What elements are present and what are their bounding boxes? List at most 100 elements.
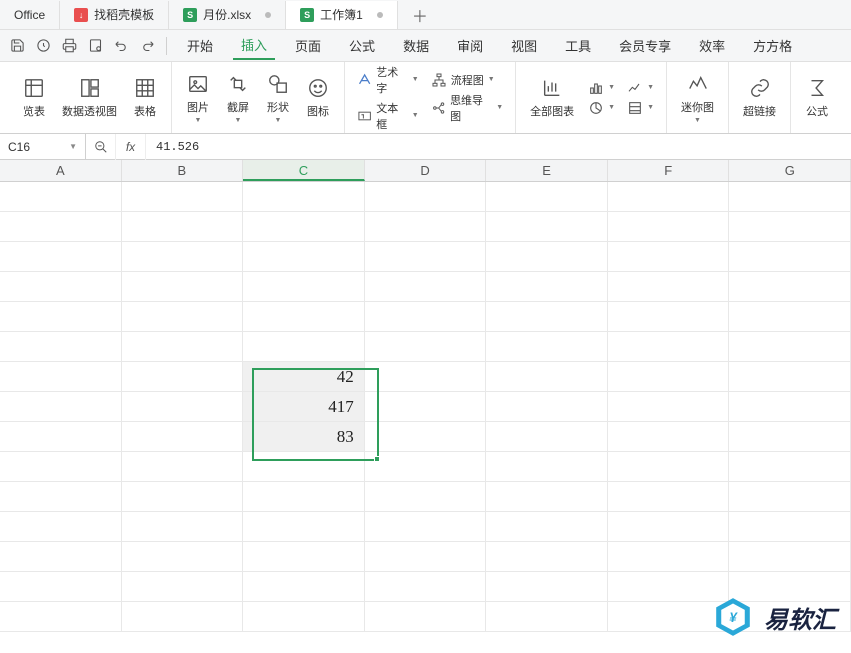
cell[interactable] [729,242,851,271]
cell[interactable] [608,182,730,211]
new-tab-button[interactable]: ＋ [398,3,442,27]
cell[interactable] [486,242,608,271]
col-header-F[interactable]: F [608,160,730,181]
cell[interactable] [122,302,244,331]
formula-button[interactable]: 公式 [801,74,833,121]
pivot-button[interactable]: 数据透视图 [58,74,121,121]
cell-C9[interactable]: 83 [243,422,365,451]
cell[interactable] [365,512,487,541]
cell[interactable] [729,212,851,241]
cell[interactable] [608,362,730,391]
cell[interactable] [243,452,365,481]
cell[interactable] [243,602,365,631]
cell[interactable] [243,272,365,301]
cell[interactable] [365,212,487,241]
menu-ffgz[interactable]: 方方格 [745,32,800,59]
cell[interactable] [608,332,730,361]
cell[interactable] [0,542,122,571]
cell[interactable] [486,182,608,211]
menu-efficiency[interactable]: 效率 [691,32,733,59]
cell[interactable] [122,482,244,511]
menu-review[interactable]: 审阅 [449,32,491,59]
screenshot-button[interactable]: 截屏 ▼ [222,70,254,126]
col-header-G[interactable]: G [729,160,851,181]
cell-C8[interactable]: 417 [243,392,365,421]
tab-monthfile[interactable]: S 月份.xlsx [169,1,286,29]
print-icon[interactable] [58,35,80,57]
cell[interactable] [729,332,851,361]
col-header-D[interactable]: D [365,160,487,181]
cell[interactable] [729,452,851,481]
cell[interactable] [729,272,851,301]
cell[interactable] [365,602,487,631]
cell[interactable] [243,542,365,571]
cell[interactable] [122,422,244,451]
cell[interactable] [608,542,730,571]
print-preview-icon[interactable] [84,35,106,57]
cell[interactable] [0,512,122,541]
cell[interactable] [608,212,730,241]
cell[interactable] [365,362,487,391]
menu-page[interactable]: 页面 [287,32,329,59]
cell[interactable] [608,512,730,541]
cell[interactable] [486,362,608,391]
cell[interactable] [0,212,122,241]
cell[interactable] [365,302,487,331]
hyperlink-button[interactable]: 超链接 [739,74,780,121]
table-button[interactable]: 表格 [129,74,161,121]
cell[interactable] [243,482,365,511]
menu-insert[interactable]: 插入 [233,31,275,60]
cell[interactable] [122,452,244,481]
cell[interactable] [486,332,608,361]
cell[interactable] [0,242,122,271]
allcharts-button[interactable]: 全部图表 [526,74,578,121]
sparkline-button[interactable]: 迷你图 ▼ [677,70,718,126]
cell[interactable] [122,182,244,211]
cell[interactable] [243,332,365,361]
icons-button[interactable]: 图标 [302,74,334,121]
cell[interactable] [243,212,365,241]
cell[interactable] [122,362,244,391]
cell[interactable] [122,512,244,541]
cell[interactable] [243,572,365,601]
cell[interactable] [486,572,608,601]
cell[interactable] [365,242,487,271]
menu-view[interactable]: 视图 [503,32,545,59]
tab-template[interactable]: ↓ 找稻壳模板 [60,1,169,29]
cell[interactable] [729,302,851,331]
cell[interactable] [122,392,244,421]
cell[interactable] [729,482,851,511]
more-chart-button[interactable]: ▼ [625,99,656,117]
cell[interactable] [608,452,730,481]
cell[interactable] [729,392,851,421]
cell[interactable] [0,482,122,511]
cell[interactable] [0,182,122,211]
cell[interactable] [122,332,244,361]
cell[interactable] [243,302,365,331]
undo-icon[interactable] [110,35,132,57]
cell-reference-input[interactable]: C16 ▼ [0,134,86,159]
line-chart-button[interactable]: ▼ [625,79,656,97]
menu-member[interactable]: 会员专享 [611,32,679,59]
cell[interactable] [122,542,244,571]
overview-button[interactable]: 览表 [18,74,50,121]
cell[interactable] [0,362,122,391]
cell[interactable] [0,422,122,451]
col-header-E[interactable]: E [486,160,608,181]
save-as-icon[interactable] [32,35,54,57]
cell[interactable] [0,572,122,601]
fx-icon[interactable]: fx [116,134,146,160]
cell[interactable] [122,242,244,271]
cell[interactable] [0,602,122,631]
cell[interactable] [486,512,608,541]
cell[interactable] [486,602,608,631]
cell[interactable] [0,392,122,421]
cell[interactable] [0,452,122,481]
save-icon[interactable] [6,35,28,57]
cell[interactable] [486,392,608,421]
textbox-button[interactable]: 文本框 ▼ [355,99,421,133]
cell[interactable] [729,542,851,571]
cell[interactable] [486,212,608,241]
cell[interactable] [243,512,365,541]
menu-start[interactable]: 开始 [179,32,221,59]
